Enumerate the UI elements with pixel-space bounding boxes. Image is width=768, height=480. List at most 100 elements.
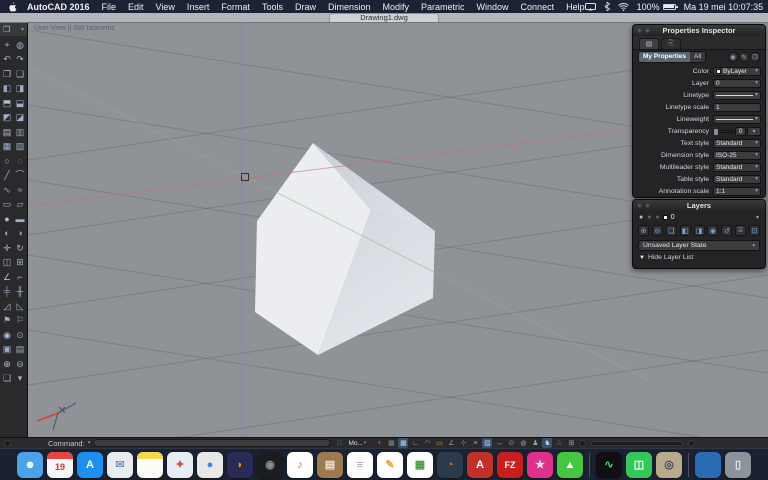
dropdown-table-style[interactable]: Standard▾ <box>713 175 761 184</box>
dropdown-dimension-style[interactable]: ISO-25▾ <box>713 151 761 160</box>
isolate-layer-button[interactable]: ◧ <box>680 225 691 236</box>
delete-layer-button[interactable]: ⊖ <box>652 225 663 236</box>
dock-app-store-icon[interactable]: A <box>77 452 103 478</box>
plane-tool-icon[interactable]: ◺ <box>17 302 24 311</box>
orbit-icon[interactable]: ◍ <box>518 438 528 448</box>
my-properties-button[interactable]: My Properties <box>639 52 690 62</box>
battery-status[interactable]: 100% <box>637 2 676 12</box>
expand-tool-icon[interactable]: ▾ <box>18 374 23 383</box>
ortho-icon[interactable]: ∟ <box>410 438 420 448</box>
remove-tool-icon[interactable]: ⊖ <box>16 360 24 369</box>
menu-tools[interactable]: Tools <box>262 2 283 12</box>
properties-tab[interactable]: ▤ <box>639 38 659 49</box>
dock-media-app-icon[interactable]: ◉ <box>257 452 283 478</box>
command-caret-icon[interactable]: ▾ <box>88 440 91 446</box>
pan-icon[interactable]: ↔ <box>494 438 504 448</box>
extend-tool-icon[interactable]: ╫ <box>17 287 23 296</box>
layer-freeze-toggle[interactable]: ● <box>647 214 651 221</box>
menu-format[interactable]: Format <box>221 2 250 12</box>
layers-tab[interactable]: ⎘ <box>661 38 681 49</box>
chamfer-tool-icon[interactable]: ∠ <box>3 273 11 282</box>
arc-tool-icon[interactable]: ⌒ <box>15 171 24 180</box>
dock-numbers-icon[interactable]: ▦ <box>407 452 433 478</box>
union-tool-icon[interactable]: ▤ <box>3 128 12 137</box>
dock-pages-icon[interactable]: ✎ <box>377 452 403 478</box>
hatch-tool-icon[interactable]: ◐ <box>4 229 9 238</box>
current-layer-row[interactable]: ●●● 0 ▾ <box>633 211 765 223</box>
unisolate-layer-button[interactable]: ◨ <box>694 225 705 236</box>
user-icon[interactable]: ♟ <box>530 438 540 448</box>
dropdown-color[interactable]: ByLayer▾ <box>713 67 761 76</box>
dock-downloads-folder-icon[interactable] <box>695 452 721 478</box>
dock-blender-icon[interactable]: ◔ <box>437 452 463 478</box>
panel-close-button[interactable] <box>637 28 642 33</box>
pan-tool-tool-icon[interactable]: ⊙ <box>16 331 24 340</box>
loft-tool-icon[interactable]: ⬓ <box>16 99 25 108</box>
menu-draw[interactable]: Draw <box>295 2 316 12</box>
quick-select-button[interactable]: ◉ <box>728 52 738 62</box>
panel-options-button[interactable]: ❐ <box>750 52 760 62</box>
command-input[interactable] <box>93 439 331 447</box>
menu-window[interactable]: Window <box>477 2 509 12</box>
bluetooth-icon[interactable] <box>604 2 610 11</box>
snap-grid-icon[interactable]: ▦ <box>398 438 408 448</box>
flag-tool-icon[interactable]: ⚐ <box>16 316 24 325</box>
set-current-layer-button[interactable]: ◉ <box>707 225 718 236</box>
layer-on-toggle[interactable]: ● <box>639 214 643 221</box>
menu-view[interactable]: View <box>156 2 175 12</box>
interfere-tool-icon[interactable]: ▧ <box>16 142 25 151</box>
slice-tool-icon[interactable]: ◪ <box>16 113 25 122</box>
dock-music-icon[interactable]: ♪ <box>287 452 313 478</box>
extrude-tool-icon[interactable]: ◧ <box>3 84 12 93</box>
gradient-tool-icon[interactable]: ◑ <box>17 229 22 238</box>
menu-bar-clock[interactable]: Ma 19 mei 10:07:35 <box>684 2 764 12</box>
wifi-icon[interactable] <box>618 3 629 11</box>
dock-contacts-icon[interactable]: ▤ <box>317 452 343 478</box>
layers-collapse-button[interactable] <box>645 203 650 208</box>
dropdown-linetype[interactable]: ▾ <box>713 91 761 100</box>
dropdown-annotation-scale[interactable]: 1:1▾ <box>713 187 761 196</box>
solid-tool-icon[interactable]: ▬ <box>16 215 25 224</box>
dock-calendar-icon[interactable]: 19 <box>47 452 73 478</box>
redo-tool-icon[interactable]: ↷ <box>16 55 24 64</box>
selection-tool-icon[interactable]: + <box>4 41 9 50</box>
layer-color-swatch[interactable] <box>663 215 668 220</box>
coordinates-tool-icon[interactable]: ◍ <box>16 41 24 50</box>
run-script-icon[interactable]: ♘ <box>554 438 564 448</box>
node-snap-icon[interactable]: + <box>374 438 384 448</box>
slider-knob[interactable] <box>714 129 718 135</box>
orbit-tool-icon[interactable]: ◉ <box>3 331 11 340</box>
sweep-tool-icon[interactable]: ⬒ <box>3 99 12 108</box>
array-tool-icon[interactable]: ⊞ <box>16 258 24 267</box>
panel-collapse-button[interactable] <box>645 28 650 33</box>
polyline-tool-icon[interactable]: ≈ <box>18 186 23 195</box>
point-tool-icon[interactable]: ● <box>4 215 9 224</box>
dock-autocad-icon[interactable]: A <box>467 452 493 478</box>
app-grid-icon[interactable]: ∷ <box>334 438 344 448</box>
menu-parametric[interactable]: Parametric <box>421 2 465 12</box>
dock-preview-icon[interactable]: ◎ <box>656 452 682 478</box>
slider-right-button[interactable] <box>688 440 695 447</box>
tool-palette-header[interactable]: ❒ ▾ <box>0 23 27 36</box>
menu-file[interactable]: File <box>102 2 117 12</box>
region-tool-icon[interactable]: ▣ <box>3 345 12 354</box>
command-history-button[interactable] <box>4 440 11 447</box>
more-tool-icon[interactable]: ❏ <box>3 374 11 383</box>
layer-states-button[interactable]: ❏ <box>666 225 677 236</box>
drawing-tab[interactable]: Drawing1.dwg <box>329 13 439 22</box>
active-app-name[interactable]: AutoCAD 2016 <box>27 2 90 12</box>
box-tool-icon[interactable]: ❒ <box>3 70 11 79</box>
trim-tool-icon[interactable]: ╪ <box>4 287 10 296</box>
dock-pink-app-icon[interactable]: ★ <box>527 452 553 478</box>
dock-notes-icon[interactable] <box>137 452 163 478</box>
transparency-mode-button[interactable]: ▾ <box>747 127 761 136</box>
dropdown-text-style[interactable]: Standard▾ <box>713 139 761 148</box>
dock-safari-icon[interactable]: ✦ <box>167 452 193 478</box>
section-tool-icon[interactable]: ◿ <box>4 302 11 311</box>
transparency-slider[interactable] <box>713 130 734 133</box>
new-layer-button[interactable]: ⊕ <box>638 225 649 236</box>
intersect-tool-icon[interactable]: ▦ <box>3 142 12 151</box>
ellipse-tool-icon[interactable]: ◌ <box>17 157 22 166</box>
rotate-tool-icon[interactable]: ↻ <box>16 244 24 253</box>
lineweight-display-icon[interactable]: ≡ <box>470 438 480 448</box>
